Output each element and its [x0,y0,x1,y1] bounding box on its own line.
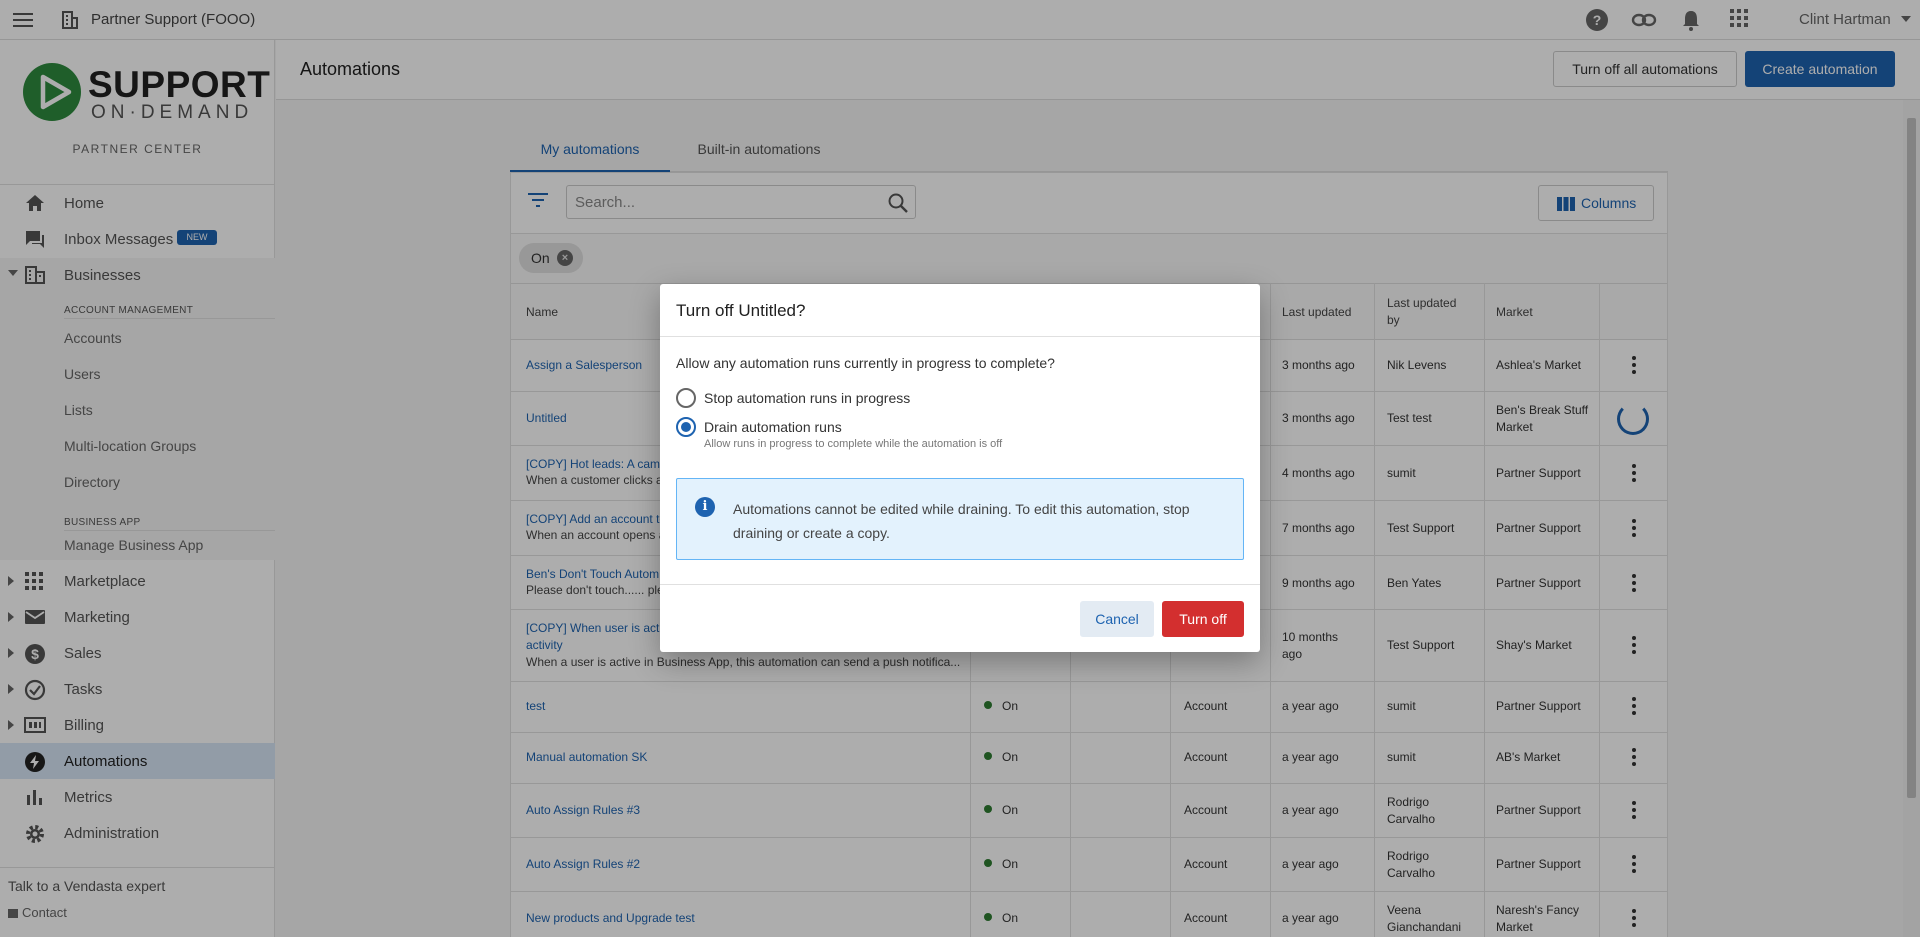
stop-runs-radio[interactable] [676,388,696,408]
drain-runs-radio[interactable] [676,417,696,437]
dialog-title: Turn off Untitled? [676,301,806,320]
cancel-button[interactable]: Cancel [1080,601,1154,637]
stop-runs-label[interactable]: Stop automation runs in progress [704,390,910,406]
dialog-question: Allow any automation runs currently in p… [676,355,1055,371]
drain-runs-hint: Allow runs in progress to complete while… [704,438,1003,450]
info-icon: i [695,497,715,517]
info-text: Automations cannot be edited while drain… [733,501,1190,541]
turn-off-dialog: Turn off Untitled? Allow any automation … [660,284,1260,652]
info-banner: i Automations cannot be edited while dra… [676,478,1244,560]
turn-off-button[interactable]: Turn off [1162,601,1244,637]
drain-runs-label[interactable]: Drain automation runs [704,419,842,435]
